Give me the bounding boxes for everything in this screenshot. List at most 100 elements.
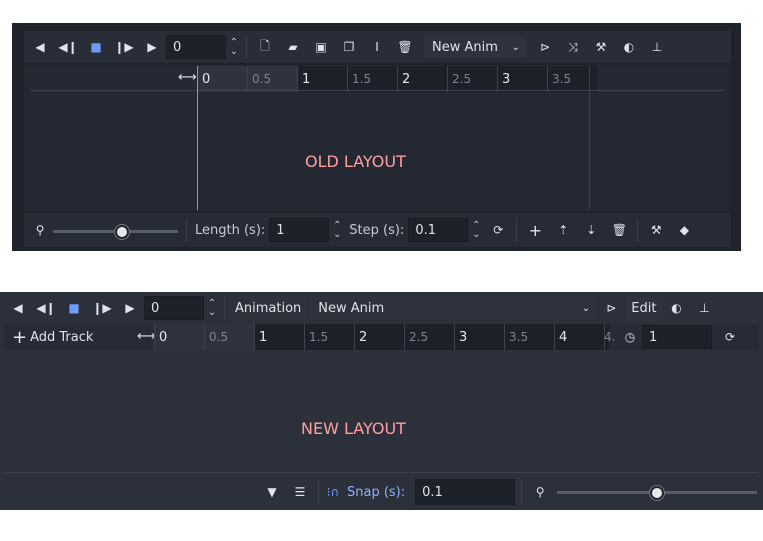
step-back-icon[interactable]: ◀❙ <box>32 296 60 320</box>
new-layout-toolbar: ◀ ◀❙ ■ ❙▶ ▶ 0 ⌃ ⌄ Animation New Anim ⌄ ⊳ … <box>4 295 718 321</box>
step-forward-icon[interactable]: ❙▶ <box>88 296 116 320</box>
load-animation-icon[interactable]: ▰ <box>279 35 307 59</box>
new-timeline-area <box>4 351 759 471</box>
play-icon[interactable]: ▶ <box>138 35 166 59</box>
playhead-line[interactable] <box>197 66 198 210</box>
play-backwards-icon[interactable]: ◀ <box>4 296 32 320</box>
fit-timeline-icon[interactable]: ⟷ <box>137 329 156 344</box>
delete-track-icon[interactable]: 🗑 <box>605 218 633 242</box>
old-layout-caption: OLD LAYOUT <box>305 152 406 171</box>
length-spinner[interactable]: ⌃ ⌄ <box>329 221 345 240</box>
animation-menu-label: Animation <box>235 300 302 316</box>
loop-icon[interactable]: ⟳ <box>484 218 512 242</box>
ruler-tick: 1.5 <box>304 324 354 350</box>
duplicate-animation-icon[interactable]: ❐ <box>335 35 363 59</box>
separator <box>186 218 187 242</box>
ruler-tick: 0.5 <box>247 66 297 92</box>
length-label: Length (s): <box>195 222 266 238</box>
ruler-tick: 2.5 <box>404 324 454 350</box>
separator <box>516 218 518 242</box>
step-label: Step (s): <box>349 222 405 238</box>
play-backwards-icon[interactable]: ◀ <box>26 35 54 59</box>
ruler-tick: 1 <box>254 324 304 350</box>
old-timeline-ruler[interactable]: 0 0.5 1 1.5 2 2.5 3 3.5 <box>197 66 597 92</box>
time-value: 0 <box>151 300 160 316</box>
loop-icon[interactable]: ⟳ <box>716 325 744 349</box>
blend-icon[interactable]: ⤨ <box>559 35 587 59</box>
pin-icon[interactable]: ⊥ <box>690 296 718 320</box>
ruler-tick: 3.5 <box>504 324 554 350</box>
autoplay-icon[interactable]: ⊳ <box>531 35 559 59</box>
move-down-icon[interactable]: ⇣ <box>577 218 605 242</box>
step-back-icon[interactable]: ◀❙ <box>54 35 82 59</box>
animation-select-value: New Anim <box>432 39 498 55</box>
new-timeline-ruler[interactable]: 0 0.5 1 1.5 2 2.5 3 3.5 4 <box>154 324 609 350</box>
add-track-label: Add Track <box>30 329 94 345</box>
ruler-tick: 3 <box>497 66 547 92</box>
separator <box>246 35 247 59</box>
save-animation-icon[interactable]: ▣ <box>307 35 335 59</box>
ruler-tick: 0 <box>154 324 204 350</box>
time-input[interactable]: 0 <box>144 296 204 320</box>
tools-icon[interactable]: ⚒ <box>587 35 615 59</box>
onion-skin-icon[interactable]: ◐ <box>615 35 643 59</box>
time-spinner[interactable]: ⌃ ⌄ <box>226 38 242 57</box>
edit-button-label: Edit <box>631 300 657 316</box>
time-spinner[interactable]: ⌃ ⌄ <box>204 299 220 318</box>
zoom-icon: ⚲ <box>535 485 545 499</box>
animation-menu-button[interactable]: Animation <box>229 295 308 321</box>
new-zoom-slider-handle[interactable] <box>650 486 664 500</box>
rename-icon[interactable]: I <box>363 35 391 59</box>
new-animation-icon[interactable]: 🗋 <box>251 35 279 59</box>
ruler-tick: 2 <box>354 324 404 350</box>
animation-select[interactable]: New Anim ⌄ <box>309 295 598 321</box>
new-layout-caption: NEW LAYOUT <box>301 419 406 438</box>
plus-icon: + <box>12 326 28 348</box>
ruler-tick: 2 <box>397 66 447 92</box>
move-up-icon[interactable]: ⇡ <box>549 218 577 242</box>
chevron-down-icon: ⌄ <box>581 302 591 314</box>
step-input[interactable]: 0.1 <box>408 218 469 242</box>
length-value: 1 <box>276 222 285 238</box>
delete-icon[interactable]: 🗑 <box>391 35 419 59</box>
stop-icon[interactable]: ■ <box>82 35 110 59</box>
step-spinner[interactable]: ⌃ ⌄ <box>468 221 484 240</box>
pin-icon[interactable]: ⊥ <box>643 35 671 59</box>
add-track-button[interactable]: + Add Track <box>12 325 93 349</box>
length-input[interactable]: 1 <box>642 325 712 349</box>
bottom-divider <box>4 472 759 473</box>
play-icon[interactable]: ▶ <box>116 296 144 320</box>
new-length-group: 4. ◷ 1 ⟳ <box>604 325 744 349</box>
autoplay-icon[interactable]: ⊳ <box>597 296 625 320</box>
separator <box>318 480 319 504</box>
add-track-icon[interactable]: + <box>521 218 549 242</box>
stop-icon[interactable]: ■ <box>60 296 88 320</box>
insert-key-icon[interactable]: ◆ <box>670 218 698 242</box>
step-forward-icon[interactable]: ❙▶ <box>110 35 138 59</box>
list-options-icon[interactable]: ☰ <box>286 480 314 504</box>
separator <box>521 480 523 504</box>
edit-button[interactable]: Edit <box>625 295 663 321</box>
new-bottom-bar: ▼ ☰ ⁝∩ Snap (s): 0.1 ⚲ <box>258 479 554 505</box>
length-input[interactable]: 1 <box>269 218 330 242</box>
snap-input[interactable]: 0.1 <box>415 479 516 505</box>
animation-select[interactable]: New Anim ⌄ <box>423 35 527 59</box>
time-value: 0 <box>173 39 182 55</box>
snap-icon[interactable]: ⁝∩ <box>323 480 343 504</box>
timeline-end-line <box>589 66 590 210</box>
separator <box>637 218 639 242</box>
snap-label: Snap (s): <box>347 484 406 500</box>
ruler-tick: 0.5 <box>204 324 254 350</box>
ruler-tick: 2.5 <box>447 66 497 92</box>
track-tools-icon[interactable]: ⚒ <box>642 218 670 242</box>
onion-skin-icon[interactable]: ◐ <box>662 296 690 320</box>
zoom-icon: ⚲ <box>35 223 45 237</box>
old-bottom-controls: Length (s): 1 ⌃ ⌄ Step (s): 0.1 ⌃ ⌄ ⟳ + ⇡ … <box>182 218 698 242</box>
time-input[interactable]: 0 <box>166 35 226 59</box>
fit-timeline-icon[interactable]: ⟷ <box>178 70 197 85</box>
ruler-tick: 1.5 <box>347 66 397 92</box>
old-zoom-slider-handle[interactable] <box>114 225 129 239</box>
step-value: 0.1 <box>415 222 436 238</box>
ruler-tick: 3 <box>454 324 504 350</box>
filter-icon[interactable]: ▼ <box>258 480 286 504</box>
